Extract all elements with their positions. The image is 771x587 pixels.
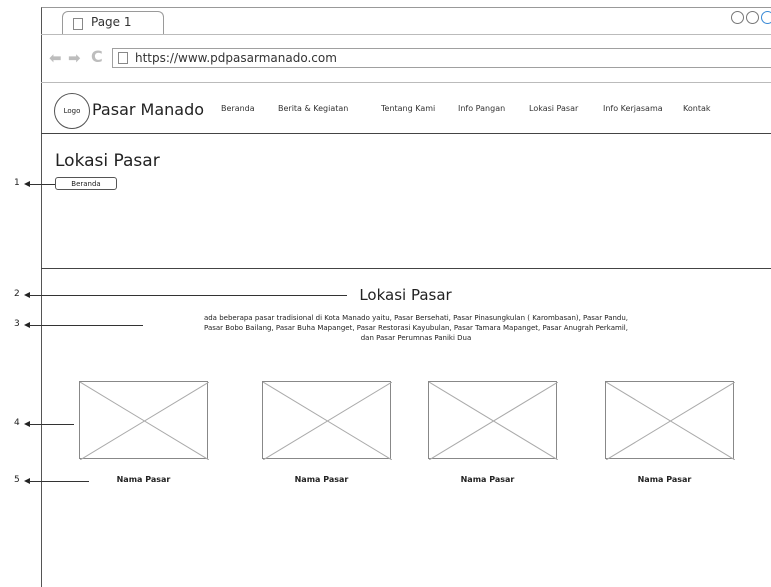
market-image-placeholder bbox=[605, 381, 735, 460]
browser-tab[interactable]: Page 1 bbox=[62, 11, 164, 35]
market-image-placeholder bbox=[79, 381, 209, 460]
market-name[interactable]: Nama Pasar bbox=[600, 475, 729, 484]
market-name[interactable]: Nama Pasar bbox=[423, 475, 552, 484]
description-line: Pasar Bobo Bailang, Pasar Buha Mapanget,… bbox=[204, 324, 628, 332]
image-placeholder-icon bbox=[263, 382, 392, 460]
page-title: Lokasi Pasar bbox=[55, 151, 160, 171]
market-name[interactable]: Nama Pasar bbox=[79, 475, 208, 484]
annotation-line bbox=[29, 295, 347, 296]
page-icon bbox=[73, 18, 83, 30]
annotation-line bbox=[29, 424, 74, 425]
tab-strip-divider bbox=[41, 34, 771, 35]
window-button-icon[interactable] bbox=[761, 11, 771, 24]
image-placeholder-icon bbox=[606, 382, 735, 460]
description-line: ada beberapa pasar tradisional di Kota M… bbox=[203, 314, 629, 322]
address-bar[interactable]: https://www.pdpasarmanado.com bbox=[112, 48, 771, 68]
window-button-icon[interactable] bbox=[731, 11, 744, 24]
reload-icon[interactable]: C bbox=[91, 47, 103, 66]
logo[interactable]: Logo bbox=[54, 93, 90, 129]
market-name[interactable]: Nama Pasar bbox=[257, 475, 386, 484]
page-icon bbox=[118, 52, 128, 64]
annotation-line bbox=[29, 184, 55, 185]
annotation-number: 4 bbox=[14, 418, 20, 428]
image-placeholder-icon bbox=[429, 382, 558, 460]
nav-item-beranda[interactable]: Beranda bbox=[221, 104, 255, 113]
annotation-number: 5 bbox=[14, 475, 20, 485]
nav-item-berita-kegiatan[interactable]: Berita & Kegiatan bbox=[278, 104, 348, 113]
nav-item-tentang-kami[interactable]: Tentang Kami bbox=[381, 104, 435, 113]
toolbar-divider bbox=[41, 82, 771, 83]
market-image-placeholder bbox=[428, 381, 558, 460]
brand-name[interactable]: Pasar Manado bbox=[92, 100, 204, 119]
annotation-line bbox=[29, 325, 143, 326]
window-button-icon[interactable] bbox=[746, 11, 759, 24]
annotation-number: 3 bbox=[14, 319, 20, 329]
header-divider bbox=[41, 133, 771, 134]
forward-arrow-icon[interactable]: ➡ bbox=[68, 49, 81, 67]
description-line: dan Pasar Perumnas Paniki Dua bbox=[360, 334, 472, 342]
section-description: ada beberapa pasar tradisional di Kota M… bbox=[146, 313, 686, 343]
url-text: https://www.pdpasarmanado.com bbox=[135, 51, 337, 65]
market-image-placeholder bbox=[262, 381, 392, 460]
nav-item-info-kerjasama[interactable]: Info Kerjasama bbox=[603, 104, 663, 113]
nav-item-info-pangan[interactable]: Info Pangan bbox=[458, 104, 505, 113]
back-arrow-icon[interactable]: ⬅ bbox=[49, 49, 62, 67]
nav-item-kontak[interactable]: Kontak bbox=[683, 104, 710, 113]
image-placeholder-icon bbox=[80, 382, 209, 460]
annotation-line bbox=[29, 481, 89, 482]
annotation-number: 1 bbox=[14, 178, 20, 188]
nav-item-lokasi-pasar[interactable]: Lokasi Pasar bbox=[529, 104, 578, 113]
hero-divider bbox=[41, 268, 771, 269]
breadcrumb[interactable]: Beranda bbox=[55, 177, 117, 190]
tab-title: Page 1 bbox=[91, 15, 132, 29]
annotation-number: 2 bbox=[14, 289, 20, 299]
